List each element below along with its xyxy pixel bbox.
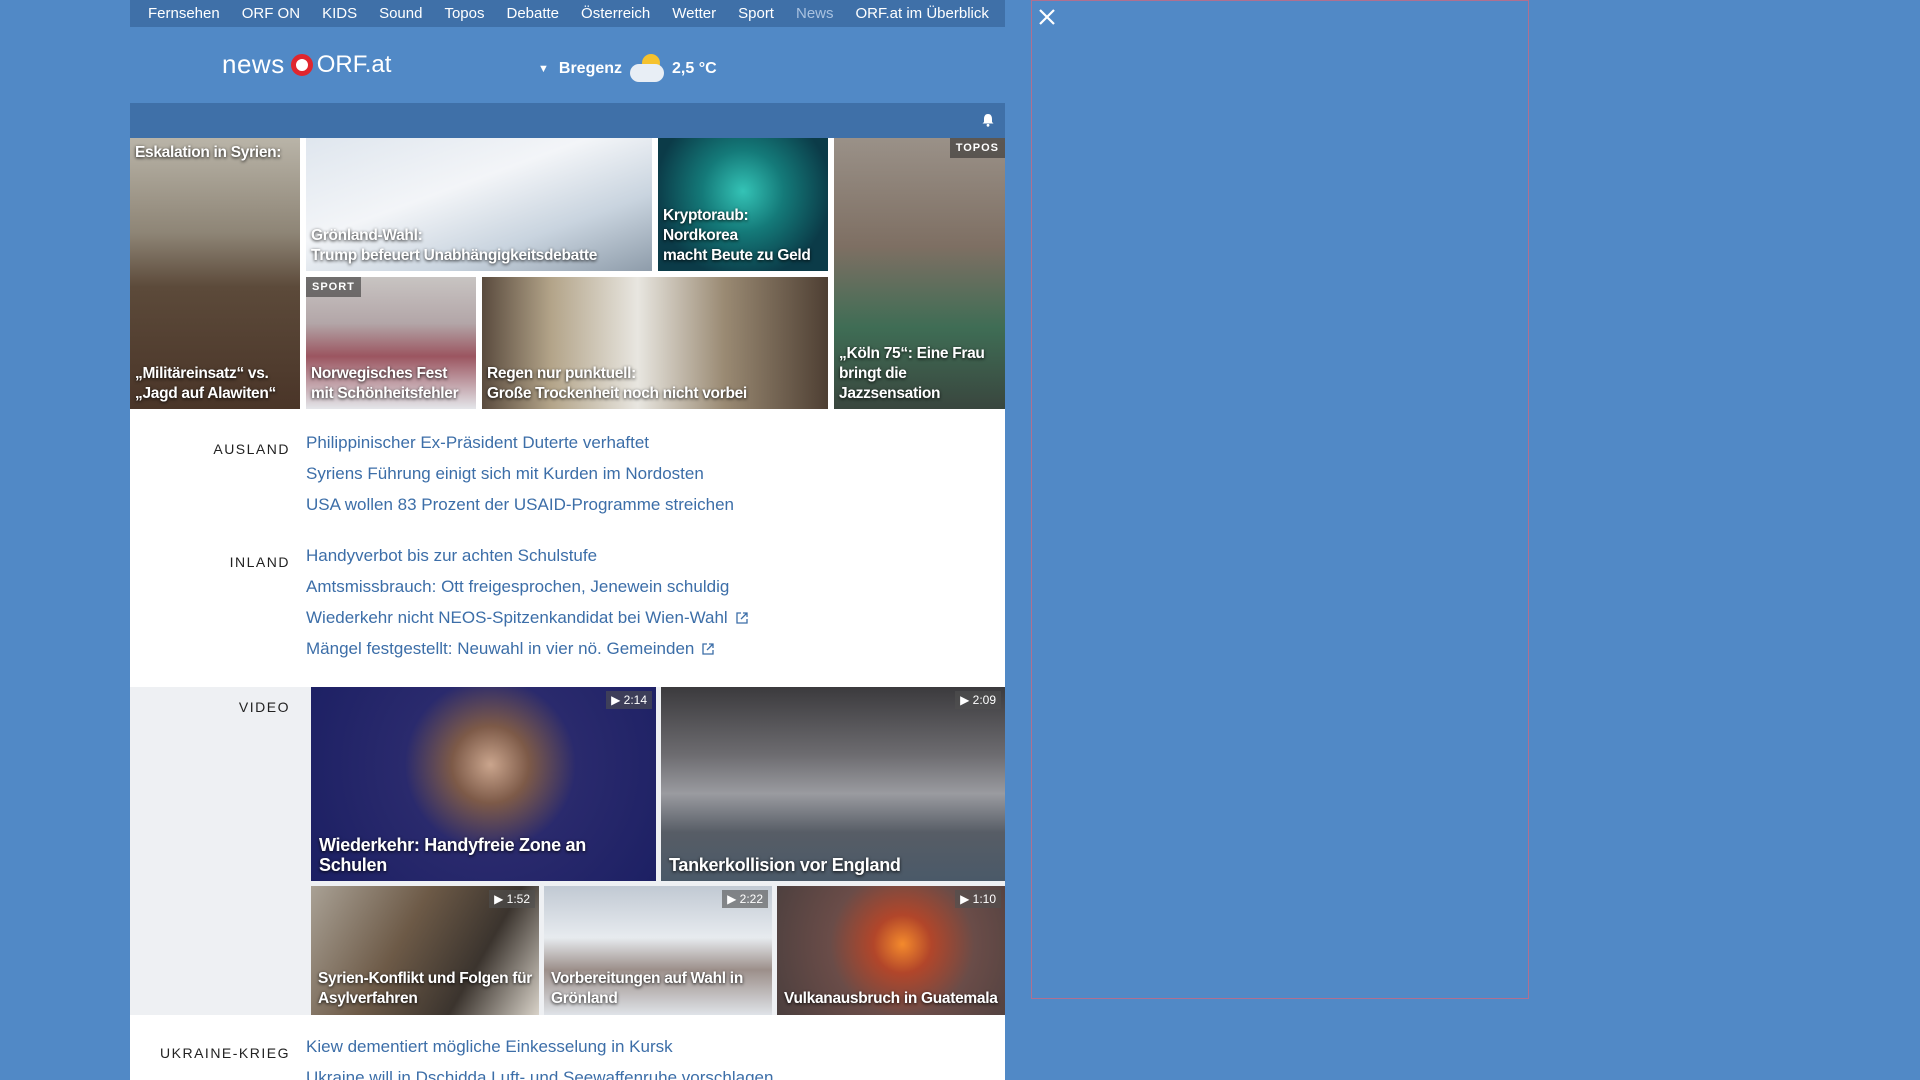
video-tile-wiederkehr[interactable]: ▶ 2:14 Wiederkehr: Handyfreie Zone an Sc… bbox=[311, 687, 656, 881]
nav-topos[interactable]: Topos bbox=[433, 5, 495, 22]
news-link[interactable]: Amtsmissbrauch: Ott freigesprochen, Jene… bbox=[306, 571, 748, 602]
news-link[interactable]: USA wollen 83 Prozent der USAID-Programm… bbox=[306, 489, 734, 520]
video-caption: Vulkanausbruch in Guatemala bbox=[784, 990, 998, 1007]
nav-sport[interactable]: Sport bbox=[727, 5, 785, 22]
nav-kids[interactable]: KIDS bbox=[311, 5, 368, 22]
category-tag: TOPOS bbox=[949, 138, 1005, 158]
news-link-text: Amtsmissbrauch: Ott freigesprochen, Jene… bbox=[306, 576, 730, 596]
video-duration: ▶ 1:10 bbox=[955, 890, 1001, 908]
external-link-icon bbox=[702, 642, 715, 655]
video-duration: ▶ 1:52 bbox=[489, 890, 535, 908]
video-duration: ▶ 2:22 bbox=[722, 890, 768, 908]
video-caption: Vorbereitungen auf Wahl in Grönland bbox=[551, 970, 743, 1007]
story-caption: „Köln 75“: Eine Frau bringt die Jazzsens… bbox=[839, 345, 985, 402]
section-label: VIDEO bbox=[238, 699, 290, 715]
link-list: Handyverbot bis zur achten Schulstufe Am… bbox=[306, 540, 748, 664]
panel-bar bbox=[130, 103, 1005, 138]
nav-overview[interactable]: ORF.at im Überblick bbox=[845, 5, 1009, 22]
masthead: news ORF.at ▼ Bregenz 2,5 °C bbox=[130, 27, 1005, 103]
news-link[interactable]: Ukraine will in Dschidda Luft- und Seewa… bbox=[306, 1062, 773, 1080]
video-caption: Syrien-Konflikt und Folgen für Asylverfa… bbox=[318, 970, 533, 1007]
nav-debatte[interactable]: Debatte bbox=[495, 5, 570, 22]
nav-oesterreich[interactable]: Österreich bbox=[570, 5, 661, 22]
link-list: Philippinischer Ex-Präsident Duterte ver… bbox=[306, 427, 734, 520]
story-tile-koeln[interactable]: TOPOS „Köln 75“: Eine Frau bringt die Ja… bbox=[834, 138, 1005, 409]
weather-temperature: 2,5 °C bbox=[672, 60, 717, 77]
news-link[interactable]: Syriens Führung einigt sich mit Kurden i… bbox=[306, 458, 734, 489]
weather-widget[interactable]: ▼ Bregenz 2,5 °C bbox=[538, 54, 717, 84]
story-tile-sport[interactable]: SPORT Norwegisches Fest mit Schönheitsfe… bbox=[306, 277, 476, 409]
news-link-text: Handyverbot bis zur achten Schulstufe bbox=[306, 545, 598, 565]
video-tile-tanker[interactable]: ▶ 2:09 Tankerkollision vor England bbox=[661, 687, 1005, 881]
story-caption: Regen nur punktuell: Große Trockenheit n… bbox=[487, 365, 747, 402]
weather-location[interactable]: Bregenz bbox=[559, 60, 622, 78]
category-tag: SPORT bbox=[306, 277, 361, 297]
story-caption: Kryptoraub: Nordkorea macht Beute zu Gel… bbox=[663, 207, 811, 264]
section-label: INLAND bbox=[229, 554, 290, 570]
news-link-text: Mängel festgestellt: Neuwahl in vier nö.… bbox=[306, 638, 695, 658]
section-label: AUSLAND bbox=[213, 441, 290, 457]
story-caption: Grönland-Wahl: Trump befeuert Unabhängig… bbox=[311, 227, 598, 264]
video-duration: ▶ 2:09 bbox=[955, 691, 1001, 709]
story-tile-greenland[interactable]: Grönland-Wahl: Trump befeuert Unabhängig… bbox=[306, 138, 652, 271]
video-caption: Wiederkehr: Handyfreie Zone an Schulen bbox=[319, 835, 586, 875]
partly-cloudy-icon bbox=[628, 54, 666, 84]
logo-news-text: news bbox=[222, 49, 285, 79]
link-list: Kiew dementiert mögliche Einkesselung in… bbox=[306, 1031, 773, 1080]
story-kicker: Eskalation in Syrien: bbox=[135, 144, 282, 161]
ad-frame bbox=[1031, 0, 1529, 999]
story-caption: Norwegisches Fest mit Schönheitsfehler bbox=[311, 365, 459, 402]
video-caption: Tankerkollision vor England bbox=[669, 855, 901, 875]
news-link[interactable]: Handyverbot bis zur achten Schulstufe bbox=[306, 540, 748, 571]
caret-down-icon[interactable]: ▼ bbox=[538, 63, 549, 75]
video-duration: ▶ 2:14 bbox=[606, 691, 652, 709]
nav-news[interactable]: News bbox=[785, 5, 845, 22]
news-link-text: Wiederkehr nicht NEOS-Spitzenkandidat be… bbox=[306, 607, 728, 627]
nav-fernsehen[interactable]: Fernsehen bbox=[130, 5, 231, 22]
orf-ring-icon bbox=[290, 53, 313, 76]
section-label: UKRAINE-KRIEG bbox=[160, 1045, 290, 1061]
bell-icon[interactable] bbox=[981, 113, 995, 127]
nav-sound[interactable]: Sound bbox=[368, 5, 433, 22]
news-panel: Eskalation in Syrien: „Militäreinsatz“ v… bbox=[130, 103, 1005, 1080]
news-link[interactable]: Wiederkehr nicht NEOS-Spitzenkandidat be… bbox=[306, 602, 748, 633]
news-link[interactable]: Kiew dementiert mögliche Einkesselung in… bbox=[306, 1031, 773, 1062]
video-tile-volcano[interactable]: ▶ 1:10 Vulkanausbruch in Guatemala bbox=[777, 886, 1005, 1015]
logo-orf-text: ORF.at bbox=[316, 50, 392, 78]
story-tile-syria[interactable]: Eskalation in Syrien: „Militäreinsatz“ v… bbox=[130, 138, 300, 409]
nav-wetter[interactable]: Wetter bbox=[661, 5, 727, 22]
video-tile-greenland[interactable]: ▶ 2:22 Vorbereitungen auf Wahl in Grönla… bbox=[544, 886, 772, 1015]
story-caption: „Militäreinsatz“ vs. „Jagd auf Alawiten“ bbox=[135, 365, 276, 402]
story-tile-drought[interactable]: Regen nur punktuell: Große Trockenheit n… bbox=[482, 277, 828, 409]
external-link-icon bbox=[736, 611, 748, 624]
news-link[interactable]: Mängel festgestellt: Neuwahl in vier nö.… bbox=[306, 633, 748, 664]
news-link[interactable]: Philippinischer Ex-Präsident Duterte ver… bbox=[306, 427, 734, 458]
top-navigation: Fernsehen ORF ON KIDS Sound Topos Debatt… bbox=[130, 0, 1005, 27]
nav-orf-on[interactable]: ORF ON bbox=[231, 5, 311, 22]
video-tile-syria[interactable]: ▶ 1:52 Syrien-Konflikt und Folgen für As… bbox=[311, 886, 539, 1015]
orf-news-logo[interactable]: news ORF.at bbox=[222, 49, 391, 80]
story-tile-crypto[interactable]: Kryptoraub: Nordkorea macht Beute zu Gel… bbox=[658, 138, 828, 271]
